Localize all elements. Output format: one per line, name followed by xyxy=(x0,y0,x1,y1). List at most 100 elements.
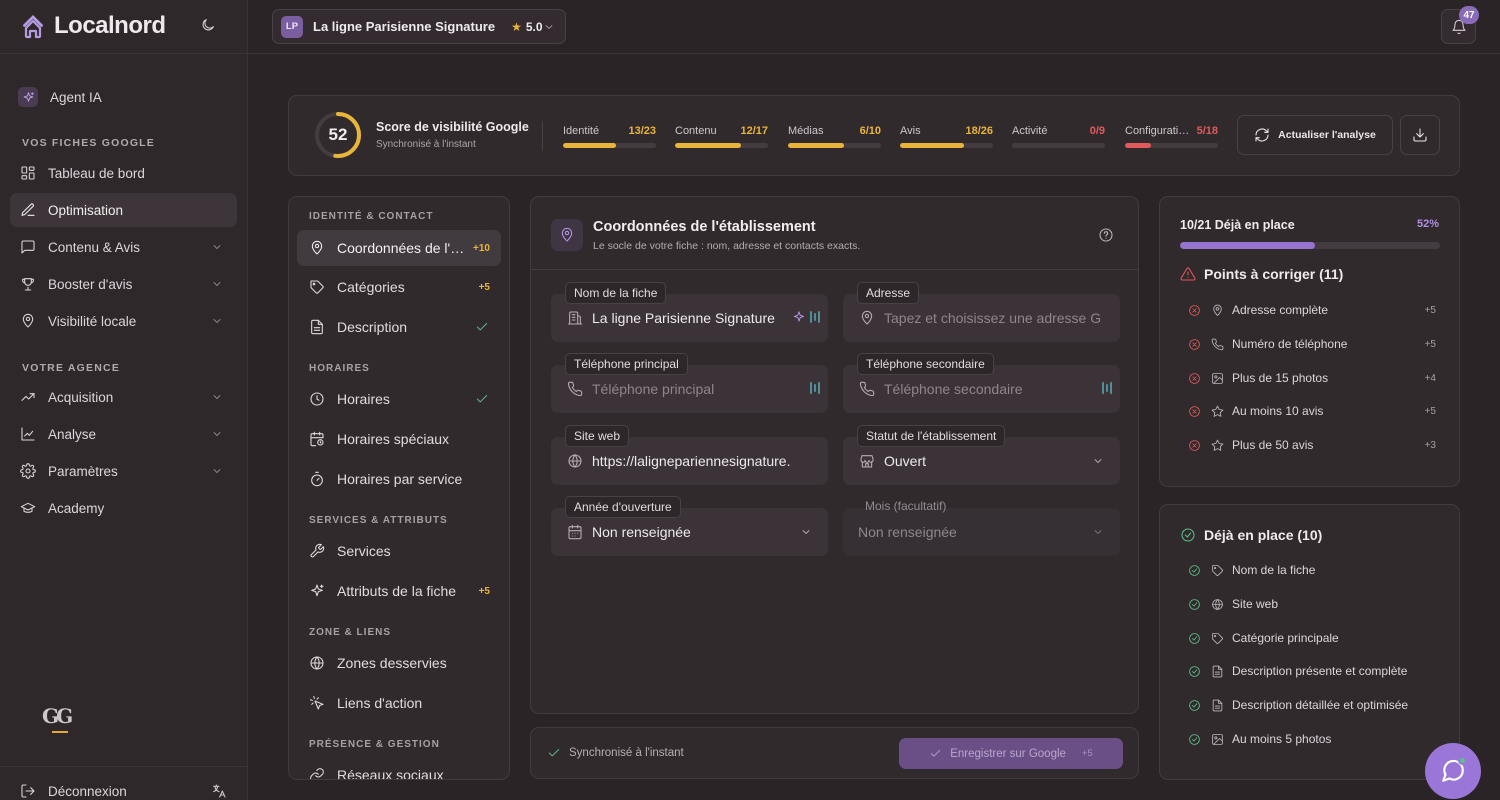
todo-item-points: +3 xyxy=(1424,439,1436,451)
section-item-label: Catégories xyxy=(337,279,405,295)
section-points: +10 xyxy=(473,242,490,254)
ai-sparkle-icon[interactable] xyxy=(792,310,806,324)
translate-icon[interactable] xyxy=(211,783,227,799)
check-icon xyxy=(548,749,560,757)
x-circle-icon xyxy=(1189,372,1200,384)
phone-secondary-field[interactable]: Téléphone secondaire Téléphone secondair… xyxy=(843,353,1120,413)
sidebar-item-agent-ia[interactable]: Agent IA xyxy=(10,80,237,114)
moon-icon[interactable] xyxy=(200,17,216,33)
field-label: Téléphone principal xyxy=(565,353,688,375)
section-item-liens-action[interactable]: Liens d'action xyxy=(297,685,501,721)
check-circle-icon xyxy=(1189,699,1200,711)
sidebar-item-optimisation[interactable]: Optimisation xyxy=(10,193,237,227)
todo-item[interactable]: Plus de 50 avis +3 xyxy=(1188,438,1444,452)
business-name: La ligne Parisienne Signature xyxy=(313,19,496,34)
store-icon xyxy=(860,455,874,468)
opening-year-select[interactable]: Année d'ouverture Non renseignée xyxy=(551,496,828,556)
section-item-horaires-speciaux[interactable]: Horaires spéciaux xyxy=(297,421,501,457)
section-item-services[interactable]: Services xyxy=(297,533,501,569)
x-circle-icon xyxy=(1189,439,1200,451)
todo-item[interactable]: Au moins 10 avis +5 xyxy=(1188,404,1444,418)
sidebar-item-academy[interactable]: Academy xyxy=(10,491,237,525)
metric-bar-fill xyxy=(900,143,965,148)
sidebar-item-tableau-de-bord[interactable]: Tableau de bord xyxy=(10,156,237,190)
score-value: 52 xyxy=(328,125,348,144)
sidebar-item-acquisition[interactable]: Acquisition xyxy=(10,380,237,414)
phone-icon xyxy=(1211,338,1224,350)
done-item[interactable]: Site web xyxy=(1188,597,1444,611)
sidebar-item-label: Acquisition xyxy=(48,389,114,405)
done-item[interactable]: Description présente et complète xyxy=(1188,664,1444,678)
download-button[interactable] xyxy=(1400,115,1440,155)
check-circle-icon xyxy=(1189,665,1200,677)
field-label: Statut de l'établissement xyxy=(857,425,1006,447)
name-value: La ligne Parisienne Signature xyxy=(592,310,775,326)
audio-bars-icon xyxy=(810,381,820,395)
chevron-down-icon xyxy=(213,432,221,436)
business-selector[interactable]: LP La ligne Parisienne Signature ★ 5.0 xyxy=(272,9,566,44)
save-bar: Synchronisé à l'instant Enregistrer sur … xyxy=(530,727,1139,779)
done-item[interactable]: Nom de la fiche xyxy=(1188,563,1444,577)
todo-item-points: +5 xyxy=(1424,338,1436,350)
trend-icon xyxy=(21,393,35,401)
sidebar-item-label: Tableau de bord xyxy=(48,165,145,181)
refresh-analysis-button[interactable]: Actualiser l'analyse xyxy=(1237,115,1393,155)
website-field[interactable]: Site web https://lalignepariennesignatur… xyxy=(551,425,828,485)
sidebar-item-contenu-avis[interactable]: Contenu & Avis xyxy=(10,230,237,264)
chat-button[interactable] xyxy=(1425,743,1481,799)
section-item-description[interactable]: Description xyxy=(297,309,501,345)
coordinates-form: Coordonnées de l'établissement Le socle … xyxy=(530,196,1139,714)
nav-section-title: VOS FICHES GOOGLE xyxy=(22,137,155,149)
sidebar-item-booster-avis[interactable]: Booster d'avis xyxy=(10,267,237,301)
opening-month-value: Non renseignée xyxy=(858,524,957,540)
sidebar-item-label: Booster d'avis xyxy=(48,276,133,292)
section-item-attributs[interactable]: Attributs de la fiche +5 xyxy=(297,573,501,609)
section-item-horaires[interactable]: Horaires xyxy=(297,381,501,417)
metric-bar xyxy=(1012,143,1105,148)
status-select[interactable]: Statut de l'établissement Ouvert xyxy=(843,425,1120,485)
brand-name: Localnord xyxy=(54,12,166,39)
todo-item-label: Plus de 15 photos xyxy=(1232,371,1329,385)
section-item-label: Zones desservies xyxy=(337,655,447,671)
section-item-label: Horaires spéciaux xyxy=(337,431,450,447)
logout-button[interactable]: Déconnexion xyxy=(10,774,237,800)
section-item-reseaux-sociaux[interactable]: Réseaux sociaux xyxy=(297,757,501,780)
check-circle-icon xyxy=(1181,528,1195,542)
todo-item-label: Plus de 50 avis xyxy=(1232,438,1314,452)
metric-bar xyxy=(675,143,768,148)
address-field[interactable]: Adresse Tapez et choisissez une adresse … xyxy=(843,282,1120,342)
section-item-horaires-par-service[interactable]: Horaires par service xyxy=(297,461,501,497)
save-to-google-button[interactable]: Enregistrer sur Google +5 xyxy=(899,738,1123,769)
agency-logo-underline xyxy=(52,731,68,733)
website-value: https://lalignepariennesignature. xyxy=(592,453,791,469)
star-icon xyxy=(1211,405,1224,417)
done-item[interactable]: Catégorie principale xyxy=(1188,631,1444,645)
section-item-label: Réseaux sociaux xyxy=(337,767,444,780)
metric-bar xyxy=(788,143,881,148)
sidebar-item-label: Paramètres xyxy=(48,463,118,479)
sidebar-item-parametres[interactable]: Paramètres xyxy=(10,454,237,488)
address-placeholder: Tapez et choisissez une adresse G xyxy=(884,310,1102,326)
todo-item[interactable]: Adresse complète +5 xyxy=(1188,303,1444,317)
todo-item[interactable]: Plus de 15 photos +4 xyxy=(1188,371,1444,385)
opening-month-select[interactable]: Mois (facultatif) Non renseignée xyxy=(843,499,1120,556)
phone-primary-field[interactable]: Téléphone principal Téléphone principal xyxy=(551,353,828,413)
section-points: +5 xyxy=(478,281,490,293)
brand[interactable]: Localnord xyxy=(20,12,166,40)
sidebar-item-visibilite-locale[interactable]: Visibilité locale xyxy=(10,304,237,338)
save-label: Enregistrer sur Google xyxy=(950,747,1066,760)
section-item-coordonnees[interactable]: Coordonnées de l'établissement +10 xyxy=(297,230,501,266)
section-item-categories[interactable]: Catégories +5 xyxy=(297,269,501,305)
sidebar-item-analyse[interactable]: Analyse xyxy=(10,417,237,451)
help-icon[interactable] xyxy=(1098,227,1114,243)
document-icon xyxy=(1212,665,1223,677)
section-item-zones-desservies[interactable]: Zones desservies xyxy=(297,645,501,681)
name-field[interactable]: Nom de la fiche La ligne Parisienne Sign… xyxy=(551,282,828,342)
done-item[interactable]: Au moins 5 photos xyxy=(1188,732,1444,746)
field-tools xyxy=(1102,381,1112,395)
metric-value: 5/18 xyxy=(1196,125,1218,137)
click-icon xyxy=(309,695,324,710)
done-item[interactable]: Description détaillée et optimisée xyxy=(1188,698,1444,712)
todo-item[interactable]: Numéro de téléphone +5 xyxy=(1188,337,1444,351)
progress-percent: 52% xyxy=(1416,218,1439,230)
